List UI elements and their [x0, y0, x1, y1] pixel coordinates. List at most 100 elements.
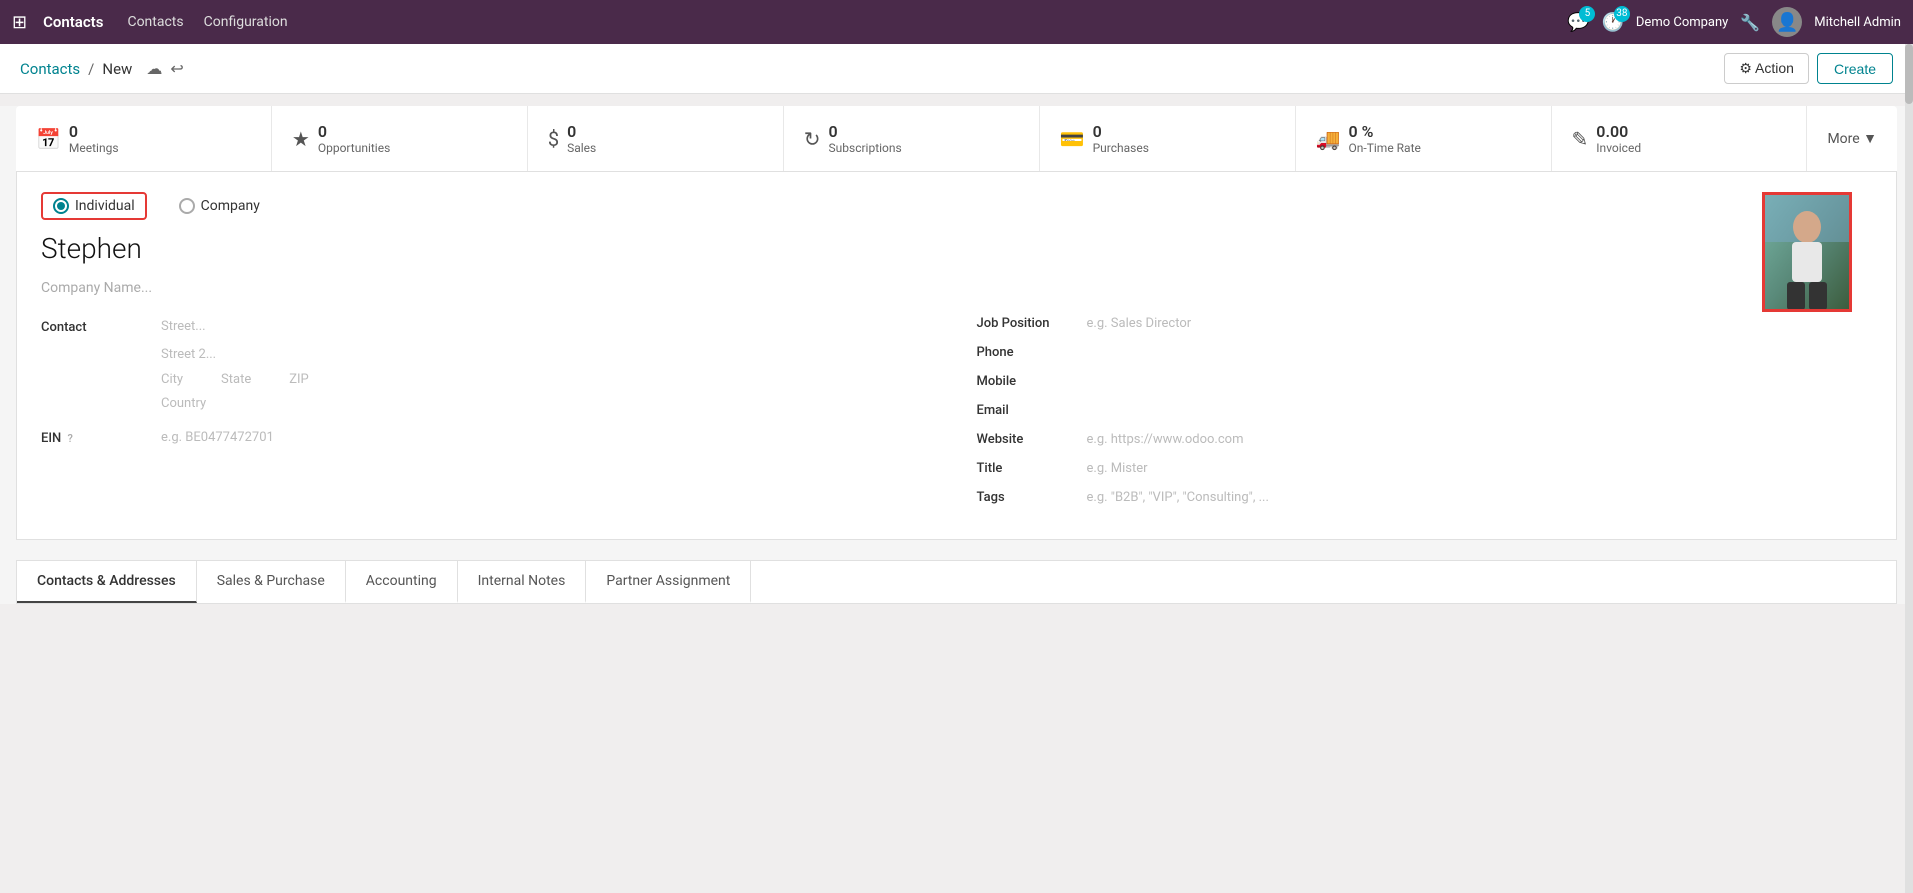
website-row: Website e.g. https://www.odoo.com	[977, 432, 1873, 447]
ein-row: EIN ? e.g. BE0477472701	[41, 427, 937, 449]
stat-ontime[interactable]: 🚚 0 % On-Time Rate	[1296, 106, 1552, 171]
contact-label: Contact	[41, 316, 161, 335]
undo-icon[interactable]: ↩	[170, 59, 183, 78]
more-stats-button[interactable]: More ▼	[1807, 106, 1897, 171]
email-row: Email	[977, 403, 1873, 418]
activities-count: 38	[1614, 6, 1630, 22]
city-state-row: City State ZIP	[161, 372, 937, 387]
individual-radio-dot-inner	[57, 202, 65, 210]
title-row: Title e.g. Mister	[977, 461, 1873, 476]
tab-internal-notes[interactable]: Internal Notes	[458, 561, 587, 603]
tags-field[interactable]: e.g. "B2B", "VIP", "Consulting", ...	[1087, 490, 1269, 505]
meetings-count: 0	[69, 122, 119, 141]
breadcrumb-parent[interactable]: Contacts	[20, 60, 80, 78]
phone-label: Phone	[977, 345, 1087, 360]
nav-configuration[interactable]: Configuration	[204, 14, 288, 30]
ein-label: EIN ?	[41, 427, 161, 446]
stat-opportunities[interactable]: ★ 0 Opportunities	[272, 106, 528, 171]
tabs-bar: Contacts & Addresses Sales & Purchase Ac…	[16, 560, 1897, 604]
street-field[interactable]: Street...	[161, 316, 937, 338]
company-name-field[interactable]: Company Name...	[41, 280, 1872, 296]
breadcrumb-icon-group: ☁ ↩	[146, 59, 183, 78]
subscriptions-label: Subscriptions	[829, 141, 902, 155]
stat-invoiced[interactable]: ✎ 0.00 Invoiced	[1552, 106, 1808, 171]
ein-field[interactable]: e.g. BE0477472701	[161, 427, 937, 449]
subscriptions-count: 0	[829, 122, 902, 141]
opportunities-count: 0	[318, 122, 390, 141]
star-icon: ★	[292, 127, 310, 151]
photo-placeholder-image	[1762, 192, 1852, 312]
photo-section	[1762, 192, 1852, 312]
stat-purchases[interactable]: 💳 0 Purchases	[1040, 106, 1296, 171]
breadcrumb-bar: Contacts / New ☁ ↩ ⚙ Action Create	[0, 44, 1913, 94]
tab-contacts-addresses[interactable]: Contacts & Addresses	[17, 561, 197, 603]
contact-type-section: Individual Company	[41, 192, 1872, 220]
ein-tooltip-icon[interactable]: ?	[67, 432, 72, 445]
city-field[interactable]: City	[161, 372, 183, 387]
stat-meetings[interactable]: 📅 0 Meetings	[16, 106, 272, 171]
opportunities-label: Opportunities	[318, 141, 390, 155]
invoiced-label: Invoiced	[1596, 141, 1641, 155]
breadcrumb-current: New	[102, 60, 132, 78]
tab-partner-assignment[interactable]: Partner Assignment	[586, 561, 751, 603]
action-button[interactable]: ⚙ Action	[1724, 53, 1809, 84]
country-field[interactable]: Country	[161, 393, 937, 415]
breadcrumb-actions: ⚙ Action Create	[1724, 53, 1893, 84]
tab-accounting[interactable]: Accounting	[346, 561, 458, 603]
contact-photo[interactable]	[1762, 192, 1852, 312]
refresh-icon: ↻	[804, 127, 821, 151]
tab-sales-purchase[interactable]: Sales & Purchase	[197, 561, 346, 603]
main-content: 📅 0 Meetings ★ 0 Opportunities $ 0 Sales…	[0, 106, 1913, 604]
stat-sales[interactable]: $ 0 Sales	[528, 106, 784, 171]
company-name-label: Demo Company	[1636, 15, 1728, 30]
truck-icon: 🚚	[1316, 127, 1341, 151]
top-navigation: ⊞ Contacts Contacts Configuration 💬 5 🕐 …	[0, 0, 1913, 44]
nav-contacts[interactable]: Contacts	[127, 14, 183, 30]
purchases-count: 0	[1093, 122, 1149, 141]
job-position-field[interactable]: e.g. Sales Director	[1087, 316, 1192, 331]
street2-field[interactable]: Street 2...	[161, 344, 937, 366]
company-label: Company	[201, 198, 260, 214]
form-header: Individual Company Stephen Company Name.…	[41, 192, 1872, 519]
website-label: Website	[977, 432, 1087, 447]
job-position-row: Job Position e.g. Sales Director	[977, 316, 1873, 331]
contact-form: Individual Company Stephen Company Name.…	[16, 172, 1897, 540]
form-grid: Contact Street... Street 2... City State…	[41, 316, 1872, 519]
invoiced-count: 0.00	[1596, 122, 1641, 141]
title-label: Title	[977, 461, 1087, 476]
breadcrumb-separator: /	[88, 60, 94, 78]
address-inputs: Street... Street 2... City State ZIP Cou…	[161, 316, 937, 415]
scrollbar-track[interactable]	[1905, 44, 1913, 893]
state-field[interactable]: State	[221, 372, 251, 387]
company-radio[interactable]: Company	[167, 192, 272, 220]
topnav-links: Contacts Configuration	[127, 14, 287, 30]
credit-card-icon: 💳	[1060, 127, 1085, 151]
apps-menu-icon[interactable]: ⊞	[12, 12, 27, 33]
messages-badge[interactable]: 💬 5	[1567, 12, 1589, 33]
title-field[interactable]: e.g. Mister	[1087, 461, 1148, 476]
cloud-upload-icon[interactable]: ☁	[146, 59, 162, 78]
topnav-right-section: 💬 5 🕐 38 Demo Company 🔧 👤 Mitchell Admin	[1567, 7, 1901, 37]
individual-radio[interactable]: Individual	[41, 192, 147, 220]
website-field[interactable]: e.g. https://www.odoo.com	[1087, 432, 1244, 447]
company-radio-dot	[179, 198, 195, 214]
purchases-label: Purchases	[1093, 141, 1149, 155]
activities-badge[interactable]: 🕐 38	[1601, 12, 1623, 33]
phone-row: Phone	[977, 345, 1873, 360]
email-label: Email	[977, 403, 1087, 418]
individual-label: Individual	[75, 198, 135, 214]
zip-field[interactable]: ZIP	[289, 372, 309, 387]
scrollbar-thumb[interactable]	[1905, 44, 1913, 104]
tags-label: Tags	[977, 490, 1087, 505]
mobile-label: Mobile	[977, 374, 1087, 389]
edit-icon: ✎	[1572, 127, 1589, 151]
create-button[interactable]: Create	[1817, 53, 1893, 84]
user-avatar[interactable]: 👤	[1772, 7, 1802, 37]
contact-name-field[interactable]: Stephen	[41, 232, 1872, 272]
messages-count: 5	[1579, 6, 1595, 22]
settings-icon[interactable]: 🔧	[1740, 13, 1760, 32]
mobile-row: Mobile	[977, 374, 1873, 389]
form-left-section: Contact Street... Street 2... City State…	[41, 316, 937, 519]
sales-label: Sales	[567, 141, 596, 155]
stat-subscriptions[interactable]: ↻ 0 Subscriptions	[784, 106, 1040, 171]
